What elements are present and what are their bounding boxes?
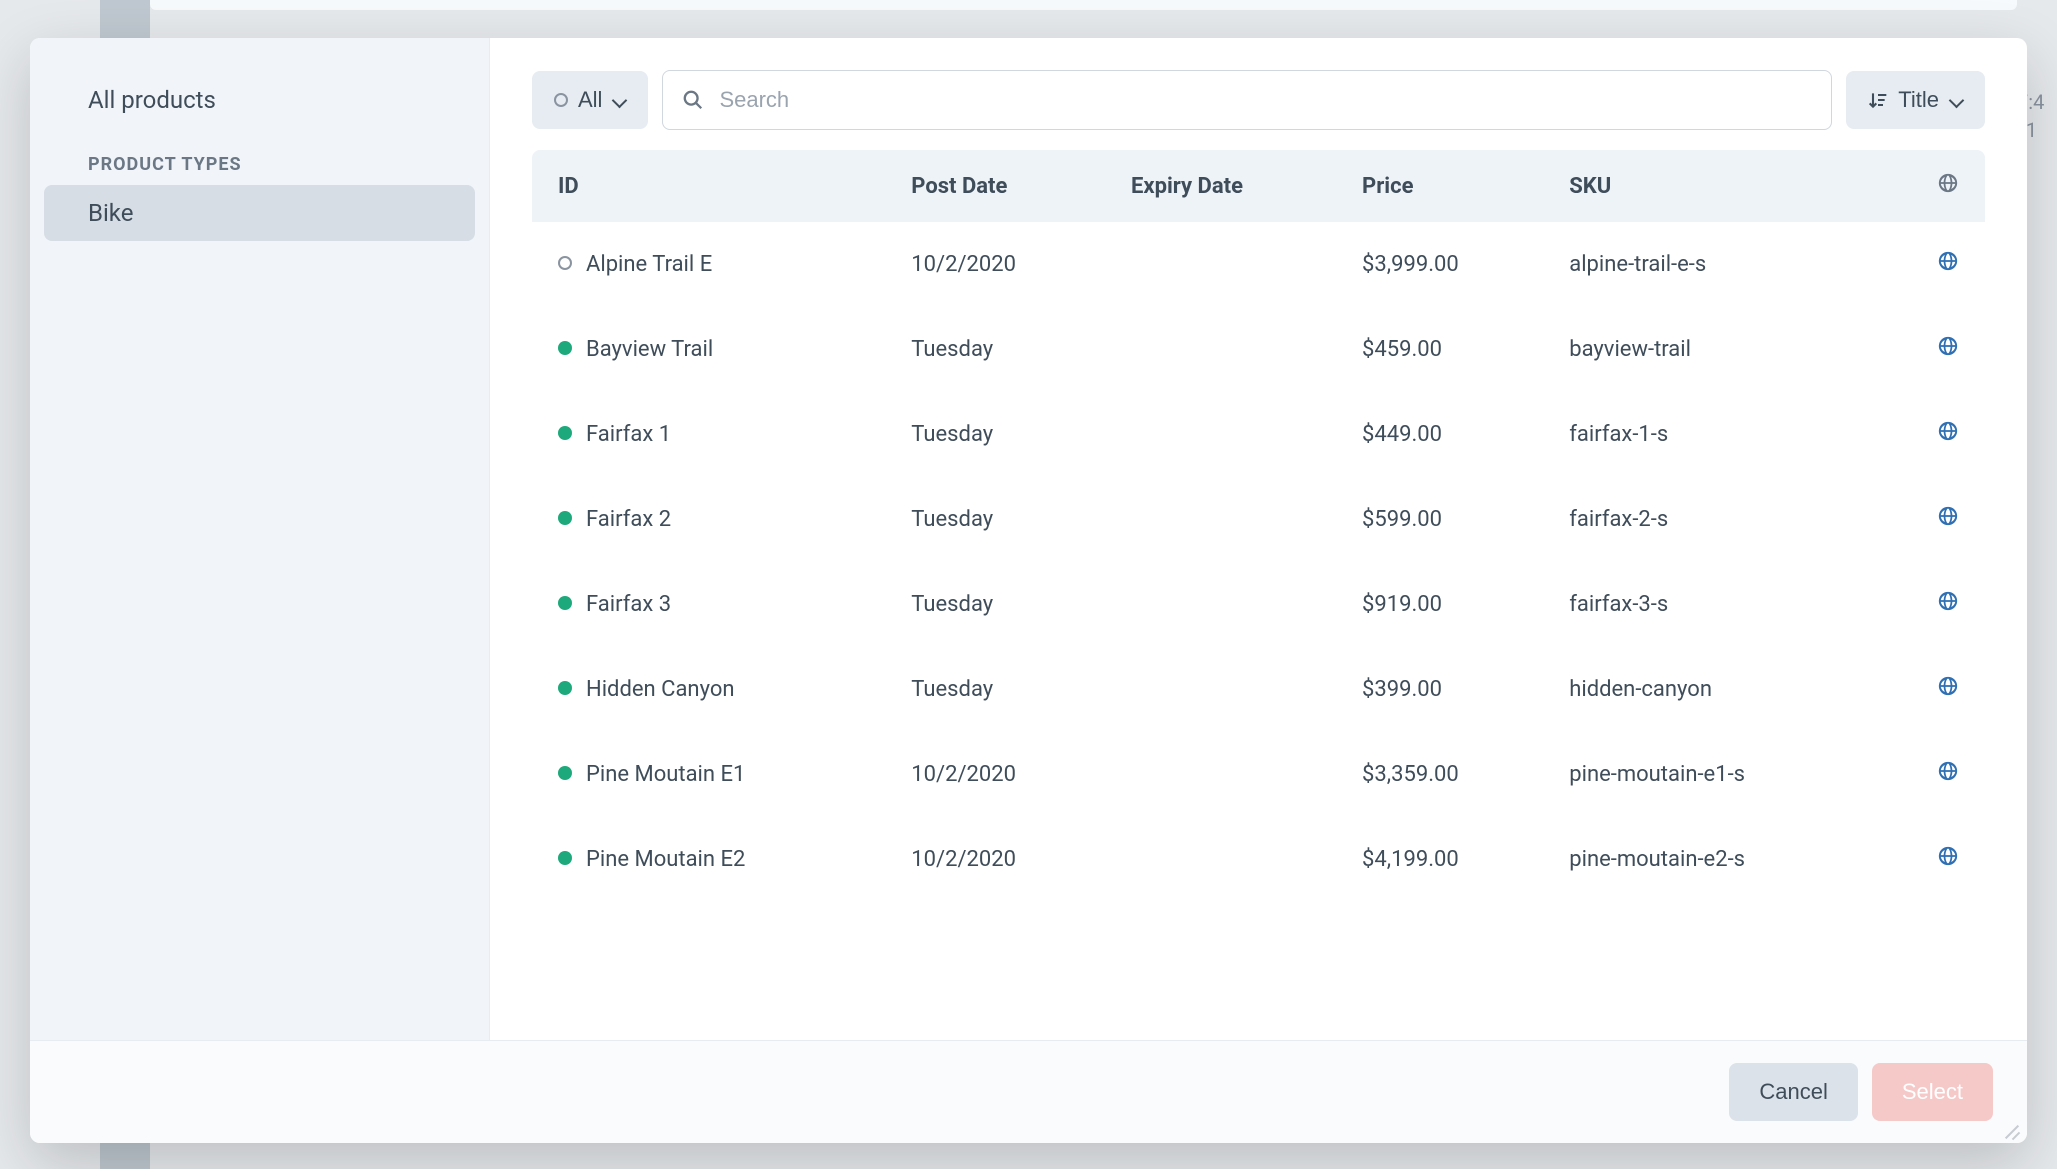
- status-dot-icon: [554, 93, 568, 107]
- table-row[interactable]: Fairfax 1 Tuesday $449.00fairfax-1-s: [532, 392, 1985, 477]
- products-table: ID Post Date Expiry Date Price SKU: [532, 150, 1985, 902]
- table-row[interactable]: Bayview Trail Tuesday $459.00bayview-trail: [532, 307, 1985, 392]
- globe-icon: [1937, 505, 1959, 527]
- status-dot-icon: [558, 341, 572, 355]
- row-id: Hidden Canyon: [586, 677, 735, 702]
- row-id: Pine Moutain E2: [586, 847, 745, 872]
- row-id: Fairfax 2: [586, 507, 671, 532]
- sidebar-all-products[interactable]: All products: [30, 72, 489, 128]
- search-icon: [682, 89, 704, 111]
- row-sku: hidden-canyon: [1551, 647, 1882, 732]
- table-row[interactable]: Fairfax 3 Tuesday $919.00fairfax-3-s: [532, 562, 1985, 647]
- row-expiry-date: [1113, 562, 1344, 647]
- row-expiry-date: [1113, 817, 1344, 902]
- row-sku: fairfax-3-s: [1551, 562, 1882, 647]
- col-expiry-date[interactable]: Expiry Date: [1113, 150, 1344, 222]
- globe-icon: [1937, 845, 1959, 867]
- row-sku: bayview-trail: [1551, 307, 1882, 392]
- status-dot-icon: [558, 681, 572, 695]
- sort-button[interactable]: Title: [1846, 71, 1985, 129]
- row-price: $3,999.00: [1344, 222, 1551, 307]
- row-id: Alpine Trail E: [586, 252, 712, 277]
- globe-icon: [1937, 675, 1959, 697]
- row-sku: alpine-trail-e-s: [1551, 222, 1882, 307]
- globe-icon: [1937, 172, 1959, 194]
- row-id: Fairfax 3: [586, 592, 671, 617]
- main-panel: All: [490, 38, 2027, 1040]
- status-dot-icon: [558, 851, 572, 865]
- cancel-button[interactable]: Cancel: [1729, 1063, 1857, 1121]
- resize-grip[interactable]: [2001, 1117, 2023, 1139]
- row-price: $459.00: [1344, 307, 1551, 392]
- row-price: $919.00: [1344, 562, 1551, 647]
- col-site[interactable]: [1882, 150, 1985, 222]
- row-id: Pine Moutain E1: [586, 762, 745, 787]
- globe-icon: [1937, 760, 1959, 782]
- row-price: $449.00: [1344, 392, 1551, 477]
- col-id[interactable]: ID: [532, 150, 893, 222]
- row-post-date: 10/2/2020: [893, 732, 1113, 817]
- table-row[interactable]: Fairfax 2 Tuesday $599.00fairfax-2-s: [532, 477, 1985, 562]
- row-expiry-date: [1113, 392, 1344, 477]
- status-dot-icon: [558, 511, 572, 525]
- col-sku[interactable]: SKU: [1551, 150, 1882, 222]
- row-id: Fairfax 1: [586, 422, 671, 447]
- sidebar-item-bike[interactable]: Bike: [44, 185, 475, 241]
- table-row[interactable]: Hidden Canyon Tuesday $399.00hidden-canyon: [532, 647, 1985, 732]
- row-sku: fairfax-2-s: [1551, 477, 1882, 562]
- row-price: $3,359.00: [1344, 732, 1551, 817]
- status-filter-label: All: [578, 87, 602, 113]
- row-id: Bayview Trail: [586, 337, 713, 362]
- row-price: $4,199.00: [1344, 817, 1551, 902]
- row-post-date: Tuesday: [893, 647, 1113, 732]
- search-input[interactable]: [662, 70, 1832, 130]
- row-price: $599.00: [1344, 477, 1551, 562]
- status-dot-icon: [558, 426, 572, 440]
- globe-icon: [1937, 590, 1959, 612]
- row-post-date: Tuesday: [893, 307, 1113, 392]
- col-post-date[interactable]: Post Date: [893, 150, 1113, 222]
- select-button[interactable]: Select: [1872, 1063, 1993, 1121]
- chevron-down-icon: [612, 93, 626, 107]
- status-filter-button[interactable]: All: [532, 71, 648, 129]
- globe-icon: [1937, 420, 1959, 442]
- status-dot-icon: [558, 596, 572, 610]
- row-expiry-date: [1113, 307, 1344, 392]
- globe-icon: [1937, 250, 1959, 272]
- row-expiry-date: [1113, 732, 1344, 817]
- row-sku: pine-moutain-e1-s: [1551, 732, 1882, 817]
- row-post-date: 10/2/2020: [893, 222, 1113, 307]
- table-scroll[interactable]: ID Post Date Expiry Date Price SKU: [490, 150, 2027, 1040]
- status-dot-icon: [558, 766, 572, 780]
- table-row[interactable]: Pine Moutain E2 10/2/2020 $4,199.00pine-mo…: [532, 817, 1985, 902]
- row-sku: pine-moutain-e2-s: [1551, 817, 1882, 902]
- row-sku: fairfax-1-s: [1551, 392, 1882, 477]
- sort-icon: [1868, 90, 1888, 110]
- toolbar: All: [490, 38, 2027, 150]
- row-expiry-date: [1113, 477, 1344, 562]
- row-post-date: 10/2/2020: [893, 817, 1113, 902]
- row-price: $399.00: [1344, 647, 1551, 732]
- row-expiry-date: [1113, 647, 1344, 732]
- status-dot-icon: [558, 256, 572, 270]
- sidebar-heading-product-types: PRODUCT TYPES: [30, 128, 489, 185]
- col-price[interactable]: Price: [1344, 150, 1551, 222]
- row-post-date: Tuesday: [893, 477, 1113, 562]
- globe-icon: [1937, 335, 1959, 357]
- table-row[interactable]: Pine Moutain E1 10/2/2020 $3,359.00pine-mo…: [532, 732, 1985, 817]
- search-wrap: [662, 70, 1832, 130]
- product-picker-modal: All products PRODUCT TYPES Bike All: [30, 38, 2027, 1143]
- row-expiry-date: [1113, 222, 1344, 307]
- row-post-date: Tuesday: [893, 392, 1113, 477]
- row-post-date: Tuesday: [893, 562, 1113, 647]
- sort-label: Title: [1898, 87, 1939, 113]
- modal-footer: Cancel Select: [30, 1040, 2027, 1143]
- table-row[interactable]: Alpine Trail E 10/2/2020 $3,999.00alpine-t…: [532, 222, 1985, 307]
- sidebar: All products PRODUCT TYPES Bike: [30, 38, 490, 1040]
- chevron-down-icon: [1949, 93, 1963, 107]
